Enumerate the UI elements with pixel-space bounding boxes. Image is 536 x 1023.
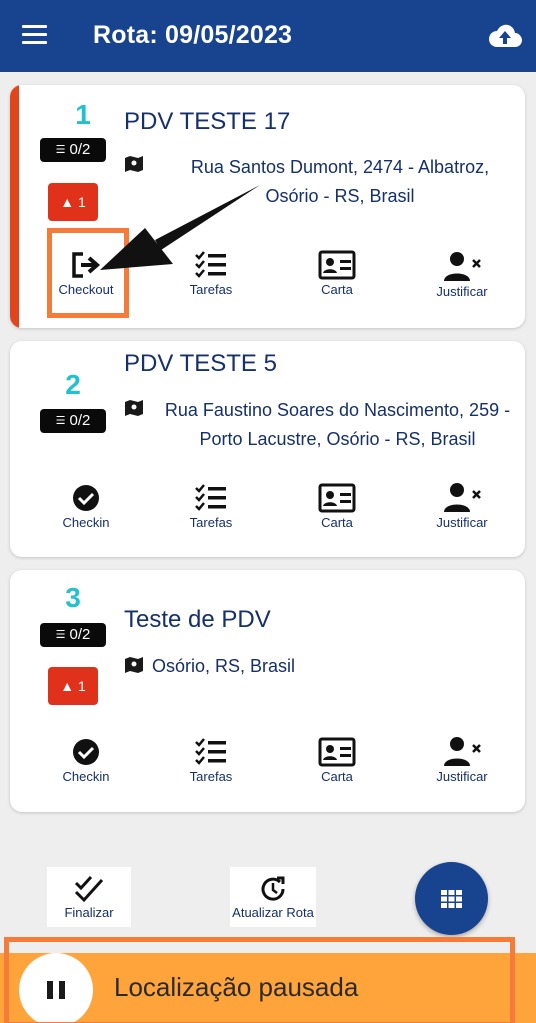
grid-menu-fab[interactable] (415, 862, 488, 935)
carta-button[interactable]: Carta (292, 737, 382, 787)
carta-button[interactable]: Carta (292, 250, 382, 300)
pdv-address: Rua Faustino Soares do Nascimento, 259 -… (164, 400, 511, 449)
double-check-icon (74, 875, 104, 903)
task-count-badge: ☰ 0/2 (40, 409, 106, 433)
pdv-name: PDV TESTE 17 (124, 108, 291, 135)
task-list-icon (195, 484, 226, 511)
pointer-arrow (100, 185, 260, 270)
location-status-text: Localização pausada (114, 972, 359, 1002)
stop-number: 1 (75, 99, 91, 130)
check-circle-icon (73, 739, 99, 765)
justificar-button[interactable]: Justificar (417, 735, 507, 785)
atualizar-rota-button[interactable]: Atualizar Rota (230, 867, 316, 927)
alert-badge[interactable]: ▲ 1 (48, 667, 98, 705)
checkin-button[interactable]: Checkin (41, 737, 131, 787)
task-list-icon (195, 738, 226, 765)
hamburger-menu-icon[interactable] (22, 25, 48, 47)
pdv-name: PDV TESTE 5 (124, 350, 277, 377)
checklist-icon: ☰ (55, 415, 66, 427)
tarefas-button[interactable]: Tarefas (166, 737, 256, 787)
active-stop-indicator (10, 85, 19, 328)
carta-button[interactable]: Carta (292, 483, 382, 533)
stop-number: 3 (65, 582, 81, 613)
id-card-icon (318, 737, 356, 767)
tarefas-button[interactable]: Tarefas (166, 483, 256, 533)
warning-icon: ▲ (60, 194, 75, 210)
task-count-badge: ☰ 0/2 (40, 623, 106, 647)
alert-badge[interactable]: ▲ 1 (48, 183, 98, 221)
pause-location-button[interactable] (19, 953, 93, 1023)
map-icon (125, 657, 143, 673)
pause-icon (47, 981, 53, 999)
map-icon (125, 400, 143, 416)
warning-icon: ▲ (60, 678, 75, 694)
page-title: Rota: 09/05/2023 (93, 21, 293, 49)
id-card-icon (318, 250, 356, 280)
checklist-icon: ☰ (55, 144, 66, 156)
stop-card-3[interactable]: 3 ☰ 0/2 ▲ 1 Teste de PDV Osório, RS, Bras… (10, 570, 525, 812)
top-app-bar: Rota: 09/05/2023 (0, 0, 536, 72)
user-remove-icon (444, 737, 481, 766)
grid-icon (441, 890, 462, 908)
pdv-address: Osório, RS, Brasil (152, 656, 296, 676)
checkin-button[interactable]: Checkin (41, 483, 131, 533)
stop-number: 2 (65, 369, 81, 400)
task-count-badge: ☰ 0/2 (40, 138, 106, 162)
refresh-clock-icon (261, 876, 285, 901)
map-icon (125, 156, 143, 172)
user-remove-icon (444, 252, 481, 281)
pdv-name: Teste de PDV (124, 606, 271, 633)
cloud-upload-icon[interactable] (488, 22, 522, 50)
justificar-button[interactable]: Justificar (417, 481, 507, 531)
finalizar-button[interactable]: Finalizar (47, 867, 131, 927)
check-circle-icon (73, 485, 99, 511)
user-remove-icon (444, 483, 481, 512)
id-card-icon (318, 483, 356, 513)
justificar-button[interactable]: Justificar (417, 250, 507, 300)
stop-card-2[interactable]: 2 ☰ 0/2 PDV TESTE 5 Rua Faustino Soares d… (10, 341, 525, 557)
checklist-icon: ☰ (55, 629, 66, 641)
